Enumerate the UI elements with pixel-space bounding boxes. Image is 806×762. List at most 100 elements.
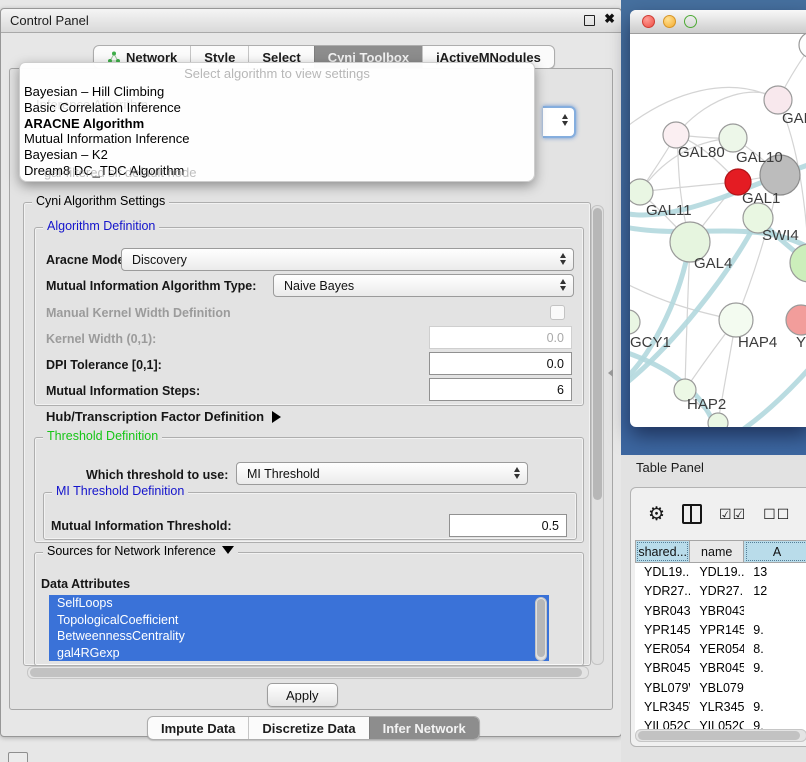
algorithm-dropdown-popup: Select algorithm to view settings Infere… xyxy=(19,62,535,182)
hub-definition-label: Hub/Transcription Factor Definition xyxy=(46,409,264,424)
kernel-width-value: 0.0 xyxy=(547,331,564,345)
network-edge[interactable] xyxy=(630,242,690,385)
tab-impute-data[interactable]: Impute Data xyxy=(148,717,248,739)
attribute-list-item[interactable]: gal4RGexp xyxy=(49,645,549,662)
table-cell: YBL079W xyxy=(690,679,744,698)
network-node[interactable] xyxy=(708,413,728,427)
mi-threshold-input[interactable]: 0.5 xyxy=(449,514,567,537)
table-cell: YDL19... xyxy=(635,563,690,582)
settings-vertical-scrollbar[interactable] xyxy=(591,205,604,665)
tab-infer-network[interactable]: Infer Network xyxy=(369,717,479,739)
aracne-mode-value: Discovery xyxy=(132,253,187,267)
threshold-definition-title: Threshold Definition xyxy=(43,429,162,443)
screenshot-root: Control Panel ✖ NetworkStyleSelectCyni T… xyxy=(0,0,806,762)
splitter-collapse-icon[interactable] xyxy=(608,369,613,377)
dpi-tolerance-value: 0.0 xyxy=(547,357,564,371)
minimize-window-icon[interactable] xyxy=(663,15,676,28)
network-edge[interactable] xyxy=(738,349,806,427)
tab-discretize-data[interactable]: Discretize Data xyxy=(248,717,368,739)
table-cell: YER054C xyxy=(635,640,690,659)
table-cell: YDR27... xyxy=(690,582,744,601)
which-threshold-label: Which threshold to use: xyxy=(86,468,228,482)
close-panel-icon[interactable]: ✖ xyxy=(604,11,615,27)
apply-button-label: Apply xyxy=(286,688,319,703)
dpi-tolerance-label: DPI Tolerance [0,1]: xyxy=(46,358,162,372)
aracne-mode-select[interactable]: Discovery xyxy=(121,248,574,271)
mi-threshold-label: Mutual Information Threshold: xyxy=(51,519,232,533)
close-window-icon[interactable] xyxy=(642,15,655,28)
data-attributes-list[interactable]: SelfLoopsTopologicalCoefficientBetweenne… xyxy=(49,595,549,661)
hub-definition-expander[interactable]: Hub/Transcription Factor Definition xyxy=(46,409,281,424)
checked-pair-icon[interactable]: ☑☑ xyxy=(719,506,746,523)
docked-panel-icon[interactable] xyxy=(8,752,28,762)
which-threshold-select[interactable]: MI Threshold xyxy=(236,462,528,485)
algorithm-option[interactable]: Bayesian – K2 xyxy=(24,147,530,163)
expander-collapsed-icon xyxy=(272,411,281,423)
algorithm-option[interactable]: Bayesian – Hill Climbing xyxy=(24,84,530,100)
network-node[interactable] xyxy=(719,303,753,337)
table-row[interactable]: YBL079WYBL079W xyxy=(635,679,806,698)
table-row[interactable]: YBR045CYBR045C9. xyxy=(635,659,806,678)
table-cell: YBR045C xyxy=(690,659,744,678)
sources-group-title: Sources for Network Inference xyxy=(43,544,238,558)
manual-kernel-width-checkbox[interactable] xyxy=(550,305,565,320)
table-cell xyxy=(744,679,806,698)
inference-algorithm-combo-fragment[interactable] xyxy=(543,106,576,138)
column-header-a[interactable]: A xyxy=(744,540,806,563)
network-window-titlebar xyxy=(630,10,806,34)
mi-algorithm-type-select[interactable]: Naive Bayes xyxy=(273,274,574,297)
gear-icon[interactable]: ⚙ xyxy=(648,505,665,524)
zoom-window-icon[interactable] xyxy=(684,15,697,28)
algorithm-option[interactable]: Mutual Information Inference xyxy=(24,131,530,147)
node-label-hap4: HAP4 xyxy=(738,334,777,351)
kernel-width-input[interactable]: 0.0 xyxy=(429,326,572,349)
control-panel-window: Control Panel ✖ NetworkStyleSelectCyni T… xyxy=(0,8,622,737)
attribute-list-item[interactable]: BetweennessCentrality xyxy=(49,628,549,645)
mi-threshold-definition-title: MI Threshold Definition xyxy=(52,484,188,498)
settings-horizontal-scrollbar[interactable] xyxy=(27,666,589,679)
network-edge[interactable] xyxy=(630,349,716,427)
unchecked-pair-icon[interactable]: ☐☐ xyxy=(763,506,790,523)
tab-label: Impute Data xyxy=(161,721,235,736)
dpi-tolerance-input[interactable]: 0.0 xyxy=(429,352,572,375)
split-panes-icon[interactable] xyxy=(682,504,702,524)
attributes-list-scrollbar[interactable] xyxy=(535,597,547,661)
table-cell: 9. xyxy=(744,659,806,678)
node-label-gal4: GAL4 xyxy=(694,255,732,272)
node-label-gal11: GAL11 xyxy=(646,202,692,219)
attribute-list-item[interactable]: SelfLoops xyxy=(49,595,549,612)
mi-steps-label: Mutual Information Steps: xyxy=(46,384,200,398)
network-node[interactable] xyxy=(799,33,806,58)
table-row[interactable]: YDL19...YDL19...13 xyxy=(635,563,806,582)
algorithm-option[interactable]: Basic Correlation Inference xyxy=(24,100,530,116)
mi-steps-input[interactable]: 6 xyxy=(429,378,572,401)
kernel-width-label: Kernel Width (0,1): xyxy=(46,332,156,346)
table-row[interactable]: YBR043CYBR043C xyxy=(635,602,806,621)
table-cell: 9. xyxy=(744,698,806,717)
node-label-y: Y xyxy=(796,334,806,351)
table-row[interactable]: YLR345WYLR345W9. xyxy=(635,698,806,717)
network-node[interactable] xyxy=(786,305,806,335)
table-row[interactable]: YDR27...YDR27...12 xyxy=(635,582,806,601)
network-node[interactable] xyxy=(630,310,640,334)
float-window-icon[interactable] xyxy=(584,15,595,26)
table-row[interactable]: YER054CYER054C8. xyxy=(635,640,806,659)
attribute-list-item[interactable]: TopologicalCoefficient xyxy=(49,612,549,629)
network-graph-canvas[interactable]: GALGAL80GAL10GAL1GAL11GAL4SWI4GCY1HAP4YH… xyxy=(630,33,806,427)
network-view-window: GALGAL80GAL10GAL1GAL11GAL4SWI4GCY1HAP4YH… xyxy=(630,10,806,427)
table-cell: YLR345W xyxy=(635,698,690,717)
stepper-arrows-icon xyxy=(560,253,566,265)
table-cell: YPR145W xyxy=(690,621,744,640)
node-label-gal1: GAL1 xyxy=(742,190,780,207)
network-edge[interactable] xyxy=(630,87,778,128)
table-cell: 8. xyxy=(744,640,806,659)
apply-button[interactable]: Apply xyxy=(267,683,338,707)
column-header-shared[interactable]: shared... xyxy=(635,540,690,563)
table-row[interactable]: YPR145WYPR145W9. xyxy=(635,621,806,640)
column-header-name[interactable]: name xyxy=(690,540,744,563)
table-header-row: shared...nameA xyxy=(635,540,806,563)
table-horizontal-scrollbar[interactable] xyxy=(635,729,806,742)
table-cell: YBR045C xyxy=(635,659,690,678)
network-edge[interactable] xyxy=(640,182,738,192)
algorithm-option[interactable]: ARACNE Algorithm xyxy=(24,116,530,132)
